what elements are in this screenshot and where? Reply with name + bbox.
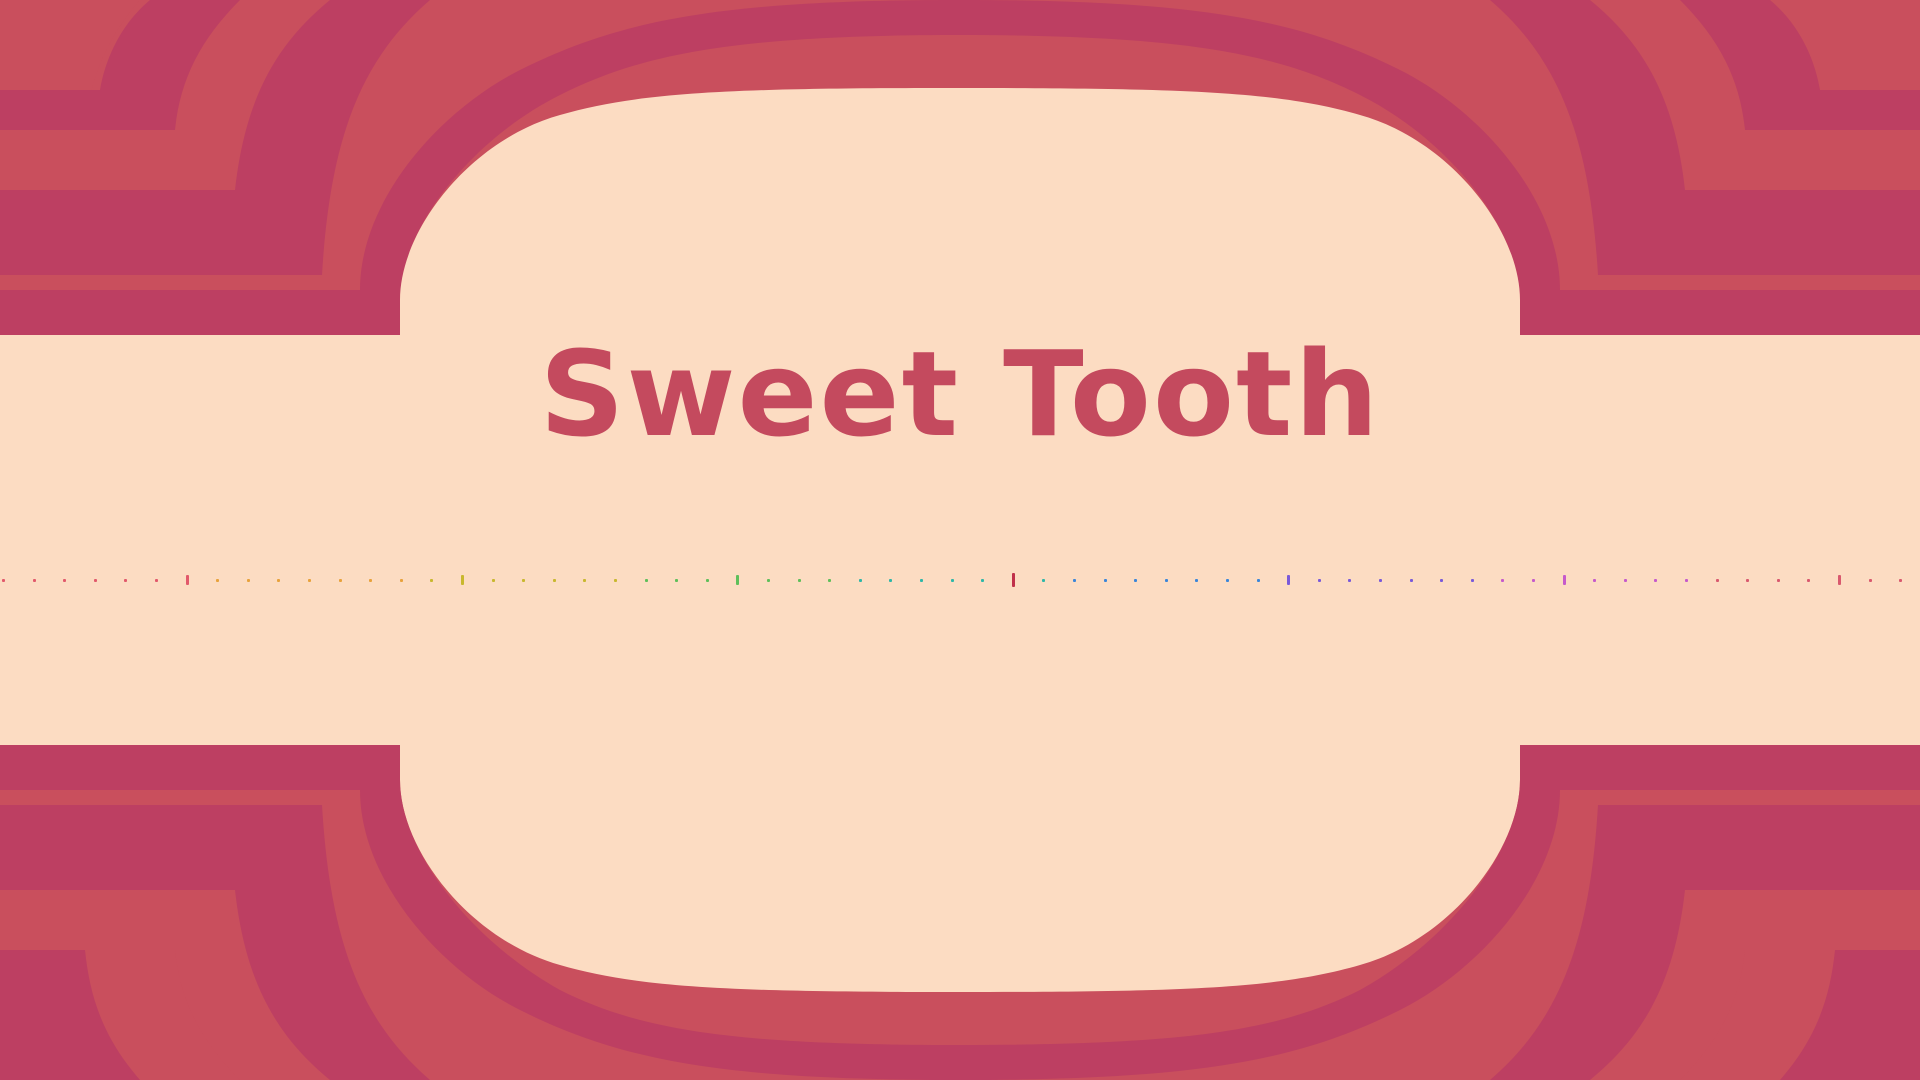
progress-dot <box>1348 579 1351 582</box>
progress-dot <box>1440 579 1443 582</box>
progress-dot <box>675 579 678 582</box>
progress-dot <box>124 579 127 582</box>
progress-dot <box>155 579 158 582</box>
progress-dot <box>1869 579 1872 582</box>
progress-dot <box>798 579 801 582</box>
progress-dot <box>1104 579 1107 582</box>
progress-dot <box>553 579 556 582</box>
progress-dot <box>400 579 403 582</box>
progress-dot <box>767 579 770 582</box>
progress-dot <box>1899 579 1902 582</box>
progress-dot <box>645 579 648 582</box>
progress-dot <box>859 579 862 582</box>
progress-dot <box>1257 579 1260 582</box>
progress-dot <box>1532 579 1535 582</box>
progress-dot <box>430 579 433 582</box>
progress-dot <box>216 579 219 582</box>
progress-marker <box>1012 573 1015 587</box>
progress-dot <box>1042 579 1045 582</box>
progress-dot <box>186 575 189 585</box>
progress-dot <box>277 579 280 582</box>
game-title: Sweet Tooth <box>539 325 1381 463</box>
progress-dot <box>889 579 892 582</box>
progress-dot <box>1807 579 1810 582</box>
progress-dot <box>1073 579 1076 582</box>
background-frame <box>0 0 1920 1080</box>
progress-dot <box>33 579 36 582</box>
progress-dot <box>369 579 372 582</box>
title-screen: Sweet Tooth <box>0 0 1920 1080</box>
progress-dot <box>1287 575 1290 585</box>
progress-dot <box>308 579 311 582</box>
progress-dot <box>1134 579 1137 582</box>
progress-dot <box>247 579 250 582</box>
progress-dot <box>522 579 525 582</box>
progress-dot <box>492 579 495 582</box>
progress-dot <box>828 579 831 582</box>
progress-dot <box>951 579 954 582</box>
progress-dot <box>63 579 66 582</box>
progress-dot <box>1838 575 1841 585</box>
progress-dot <box>339 579 342 582</box>
progress-dot <box>583 579 586 582</box>
progress-dot <box>2 579 5 582</box>
progress-dot <box>1226 579 1229 582</box>
progress-dot <box>1746 579 1749 582</box>
progress-dot <box>1195 579 1198 582</box>
progress-dot <box>1685 579 1688 582</box>
progress-dot <box>1318 579 1321 582</box>
progress-dot <box>1563 575 1566 585</box>
progress-dot <box>1654 579 1657 582</box>
progress-dot <box>981 579 984 582</box>
progress-dot <box>1716 579 1719 582</box>
progress-dot <box>461 575 464 585</box>
progress-dot <box>1501 579 1504 582</box>
progress-dot <box>1165 579 1168 582</box>
progress-dot <box>706 579 709 582</box>
progress-dot <box>736 575 739 585</box>
progress-dot <box>1410 579 1413 582</box>
loading-progress-dots <box>0 570 1920 592</box>
progress-dot <box>94 579 97 582</box>
progress-dot <box>920 579 923 582</box>
progress-dot <box>1777 579 1780 582</box>
progress-dot <box>1593 579 1596 582</box>
progress-dot <box>1471 579 1474 582</box>
progress-dot <box>1624 579 1627 582</box>
progress-dot <box>1379 579 1382 582</box>
progress-dot <box>614 579 617 582</box>
